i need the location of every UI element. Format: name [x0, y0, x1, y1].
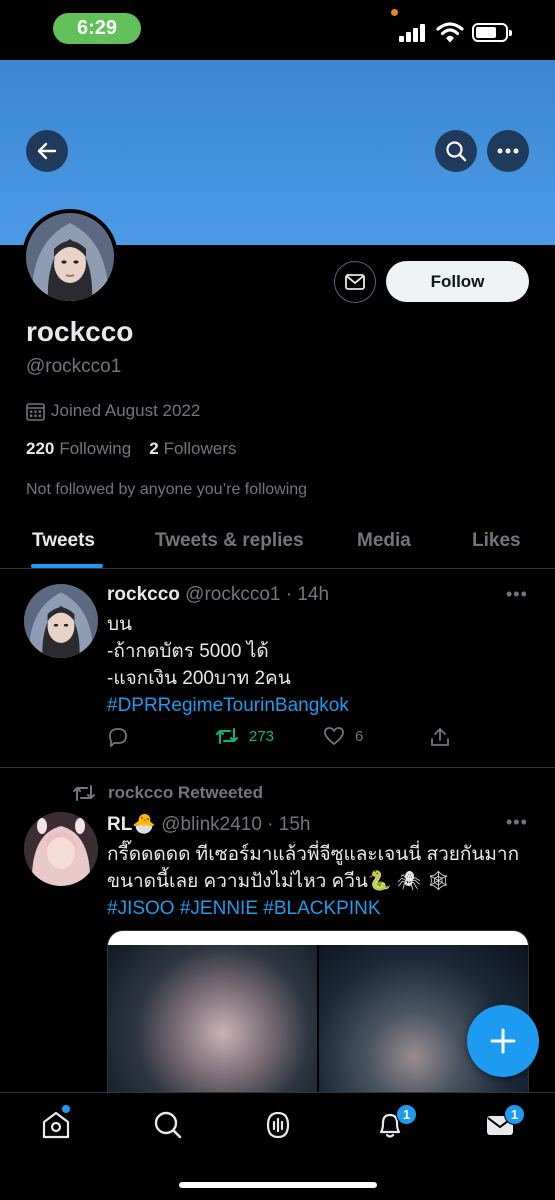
tweet-author-meta: @blink2410 · 15h [161, 814, 311, 835]
tweet-image[interactable] [108, 945, 317, 1099]
retweet-count: 273 [249, 727, 275, 745]
tweet-author-avatar[interactable] [24, 584, 98, 658]
followers-label: Followers [163, 439, 237, 458]
retweeted-by-text: rockcco Retweeted [108, 783, 263, 802]
message-button[interactable] [334, 261, 376, 303]
wifi-icon [436, 22, 464, 43]
tweet[interactable]: rockcco @rockcco1 · 14h ••• บน -ถ้ากดบัต… [0, 570, 555, 768]
tweet-hashtags[interactable]: #JISOO #JENNIE #BLACKPINK [107, 895, 519, 922]
battery-icon [472, 23, 512, 42]
retweet-icon [73, 785, 95, 801]
status-time: 6:29 [53, 13, 141, 44]
tweet-author-meta: @rockcco1 · 14h [185, 584, 330, 605]
tweet-line: บน [107, 614, 133, 635]
plus-icon [490, 1028, 516, 1054]
spaces-icon[interactable] [262, 1109, 294, 1141]
followers-count: 2 [149, 439, 159, 458]
retweet-icon [216, 728, 238, 744]
reply-icon [109, 728, 127, 747]
joined-text: Joined August 2022 [51, 401, 201, 420]
tweet-actions: 273 6 [107, 726, 467, 750]
followers-link[interactable]: 2 Followers [149, 439, 236, 459]
tweet-hashtag[interactable]: #DPRRegimeTourinBangkok [107, 692, 349, 719]
search-icon[interactable] [152, 1109, 184, 1141]
envelope-icon [345, 274, 365, 290]
compose-tweet-button[interactable] [467, 1005, 539, 1077]
tab-media[interactable]: Media [357, 530, 411, 552]
tweet-line: -แจกเงิน 200บาท 2คน [107, 668, 291, 689]
retweet-button[interactable]: 273 [215, 726, 274, 746]
messages-badge: 1 [504, 1104, 525, 1125]
share-button[interactable] [429, 726, 451, 748]
reply-button[interactable] [107, 726, 129, 748]
profile-avatar[interactable] [22, 209, 118, 305]
arrow-left-icon [37, 142, 57, 160]
following-label: Following [59, 439, 132, 458]
more-options-button[interactable] [487, 130, 529, 172]
retweeted-by-line: rockcco Retweeted [72, 783, 263, 803]
following-link[interactable]: 220 Following [26, 439, 131, 459]
profile-display-name: rockcco [26, 316, 134, 347]
profile-tabs: Tweets Tweets & replies Media Likes [0, 516, 555, 569]
like-count: 6 [355, 727, 364, 745]
search-icon [446, 141, 467, 162]
tweet-author-avatar[interactable] [24, 812, 98, 886]
tweet-more-icon[interactable]: ••• [506, 812, 528, 833]
joined-date: Joined August 2022 [26, 401, 200, 421]
more-horizontal-icon [497, 148, 519, 154]
tweet-text: กรี๊ดดดดด ทีเซอร์มาแล้วพี่จีซูและเจนนี่ … [107, 841, 519, 922]
tweet-header: rockcco @rockcco1 · 14h [107, 584, 329, 606]
follow-stats: 220 Following 2 Followers [26, 439, 236, 459]
profile-handle: @rockcco1 [26, 356, 122, 377]
tweet-header: RL🐣 @blink2410 · 15h [107, 812, 310, 836]
tab-likes[interactable]: Likes [472, 530, 521, 552]
search-button[interactable] [435, 130, 477, 172]
tweet-media[interactable] [107, 930, 529, 1100]
home-indicator-bar [179, 1182, 377, 1188]
share-icon [431, 728, 449, 746]
tab-tweets[interactable]: Tweets [32, 530, 95, 552]
status-bar: 6:29 [0, 0, 555, 60]
following-count: 220 [26, 439, 55, 458]
home-icon[interactable] [40, 1109, 72, 1141]
tweet-author-name: RL🐣 [107, 814, 156, 835]
back-button[interactable] [26, 130, 68, 172]
privacy-indicator-dot [391, 9, 398, 16]
calendar-icon [26, 402, 45, 421]
home-new-content-dot [62, 1105, 70, 1113]
tweet-line: กรี๊ดดดดด ทีเซอร์มาแล้วพี่จีซูและเจนนี่ … [107, 844, 520, 865]
follow-button[interactable]: Follow [386, 261, 529, 302]
active-tab-indicator [31, 564, 103, 568]
tweet-line: -ถ้ากดบัตร 5000 ได้ [107, 641, 269, 662]
notifications-badge: 1 [396, 1104, 417, 1125]
cellular-signal-icon [399, 24, 427, 42]
heart-icon [324, 727, 344, 745]
not-followed-notice: Not followed by anyone you’re following [26, 481, 308, 498]
tweet-author-name: rockcco [107, 584, 180, 605]
tab-tweets-replies[interactable]: Tweets & replies [155, 530, 304, 552]
tweet-text: บน -ถ้ากดบัตร 5000 ได้ -แจกเงิน 200บาท 2… [107, 611, 349, 719]
like-button[interactable]: 6 [323, 726, 363, 746]
tweet-more-icon[interactable]: ••• [506, 584, 528, 605]
tweet-line: ขนาดนี้เลย ความปังไม่ไหว ควีน🐍 🕷 🕸 [107, 871, 451, 892]
